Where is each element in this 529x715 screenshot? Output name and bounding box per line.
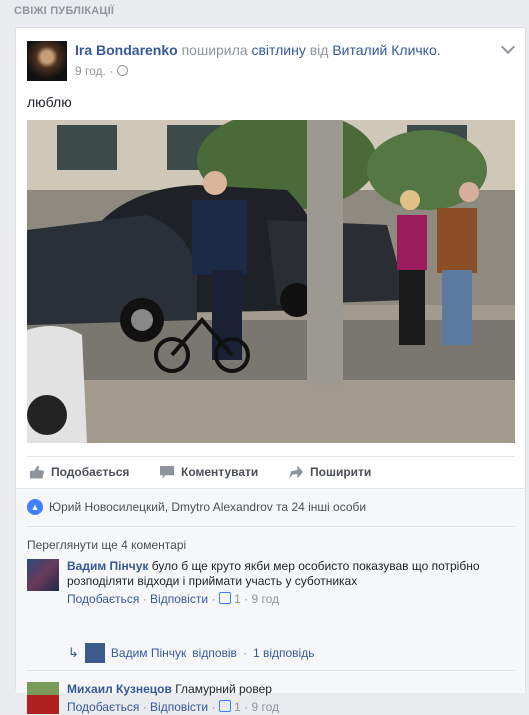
like-badge-icon: ▲	[27, 499, 43, 515]
comment-like-link[interactable]: Подобається	[67, 592, 139, 606]
comment-footer: Подобається · Відповісти · 1 · 9 год	[67, 592, 280, 606]
post-photo[interactable]	[27, 120, 515, 443]
post-card: Ira Bondarenko поширила світлину від Вит…	[15, 27, 526, 714]
author-avatar[interactable]	[27, 41, 67, 81]
comment-reply-link[interactable]: Відповісти	[150, 700, 208, 714]
comment-footer: Подобається · Відповісти · 1 · 9 год	[67, 700, 280, 714]
reply-arrow-icon: ↳	[68, 645, 79, 660]
like-button[interactable]: Подобається	[30, 465, 129, 479]
replies-link[interactable]: ↳ Вадим Пінчук відповів · 1 відповідь	[68, 643, 314, 663]
comment-time[interactable]: 9 год	[252, 592, 280, 606]
like-icon	[30, 465, 44, 479]
comment-icon	[160, 465, 174, 479]
post-header: Ira Bondarenko поширила світлину від Вит…	[75, 42, 441, 58]
comment-label: Коментувати	[181, 465, 259, 479]
share-verb: поширила	[177, 42, 252, 58]
from-text: від	[305, 42, 333, 58]
share-label: Поширити	[310, 465, 372, 479]
photo-link[interactable]: світлину	[251, 42, 305, 58]
commenter-avatar[interactable]	[27, 682, 59, 714]
comment-text: Гламурний ровер	[171, 682, 272, 696]
comment-time[interactable]: 9 год	[252, 700, 280, 714]
comment-reply-link[interactable]: Відповісти	[150, 592, 208, 606]
share-button[interactable]: Поширити	[289, 465, 371, 479]
comment-button[interactable]: Коментувати	[160, 465, 258, 479]
comment-like-link[interactable]: Подобається	[67, 700, 139, 714]
comment-author[interactable]: Михаил Кузнецов	[67, 682, 172, 696]
globe-icon	[117, 65, 129, 76]
likes-summary-text: Юрий Новосилецкий, Dmytro Alexandrov та …	[49, 500, 367, 514]
photo-illustration	[27, 120, 515, 443]
comment-like-count[interactable]: 1	[234, 700, 241, 714]
source-link[interactable]: Виталий Кличко.	[332, 42, 440, 58]
like-icon	[218, 700, 231, 712]
comment-like-count[interactable]: 1	[234, 592, 241, 606]
like-label: Подобається	[51, 465, 130, 479]
post-meta: 9 год. ·	[75, 64, 129, 78]
view-more-comments[interactable]: Переглянути ще 4 коментарі	[27, 538, 186, 552]
comment-author[interactable]: Вадим Пінчук	[67, 559, 148, 573]
post-time[interactable]: 9 год. ·	[75, 64, 113, 78]
divider	[27, 670, 515, 671]
post-actions: Подобається Коментувати Поширити	[27, 456, 515, 487]
post-text: люблю	[27, 94, 72, 110]
likes-summary[interactable]: ▲ Юрий Новосилецкий, Dmytro Alexandrov т…	[27, 499, 366, 515]
reply-verb: відповів	[192, 646, 237, 660]
section-title: СВІЖІ ПУБЛІКАЦІЇ	[14, 5, 115, 17]
share-icon	[289, 465, 303, 479]
reply-author: Вадим Пінчук	[110, 646, 187, 660]
comments-section: ▲ Юрий Новосилецкий, Dmytro Alexandrov т…	[16, 488, 525, 714]
like-icon	[218, 592, 231, 604]
reply-count: 1 відповідь	[252, 646, 315, 660]
reply-author-avatar	[84, 643, 105, 663]
commenter-avatar[interactable]	[27, 559, 59, 591]
author-link[interactable]: Ira Bondarenko	[75, 42, 178, 58]
divider	[27, 526, 515, 527]
chevron-down-icon[interactable]	[500, 39, 516, 55]
